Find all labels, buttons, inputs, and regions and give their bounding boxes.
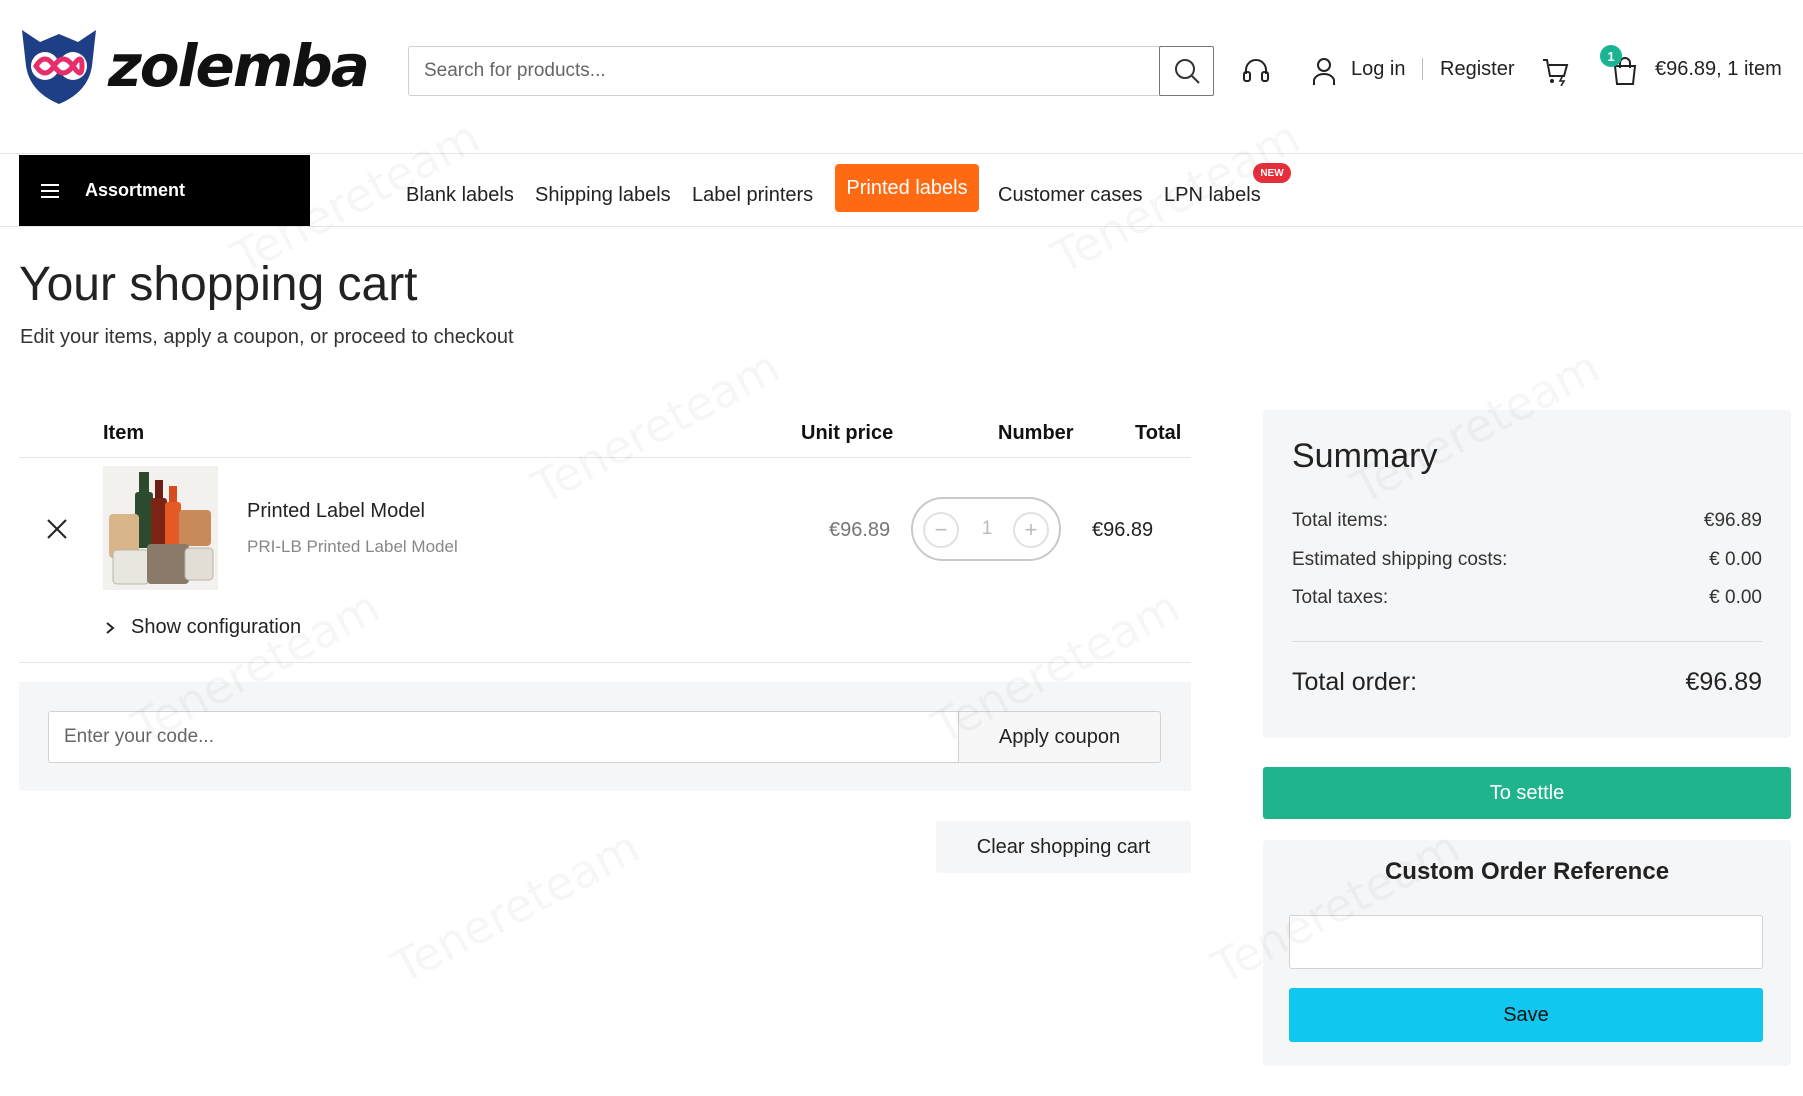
brand-logo[interactable]: zolemba bbox=[18, 26, 370, 106]
summary-divider bbox=[1292, 641, 1762, 642]
owl-logo-icon bbox=[22, 30, 96, 104]
summary-total-row: Total order: €96.89 bbox=[1292, 668, 1762, 697]
summary-value: € 0.00 bbox=[1709, 549, 1762, 570]
column-header-number: Number bbox=[998, 422, 1074, 444]
nav-item-lpn-labels[interactable]: LPN labels bbox=[1164, 184, 1261, 207]
order-reference-input[interactable] bbox=[1289, 915, 1763, 969]
order-reference-section: Custom Order Reference Save bbox=[1263, 840, 1791, 1066]
summary-row-shipping: Estimated shipping costs: € 0.00 bbox=[1292, 549, 1762, 571]
plus-icon: + bbox=[1024, 517, 1038, 542]
close-icon bbox=[47, 519, 67, 539]
order-reference-title: Custom Order Reference bbox=[1384, 858, 1670, 885]
checkout-button[interactable]: To settle bbox=[1263, 767, 1791, 819]
login-link[interactable]: Log in bbox=[1351, 58, 1406, 81]
remove-item-button[interactable] bbox=[43, 515, 71, 543]
hamburger-icon bbox=[41, 183, 59, 198]
coupon-code-input[interactable] bbox=[48, 711, 959, 763]
summary-label: Total items: bbox=[1292, 510, 1389, 531]
nav-item-blank-labels[interactable]: Blank labels bbox=[406, 184, 514, 207]
page-title: Your shopping cart bbox=[19, 258, 418, 311]
product-name[interactable]: Printed Label Model bbox=[247, 500, 425, 523]
clear-cart-button[interactable]: Clear shopping cart bbox=[936, 821, 1191, 873]
summary-label: Total taxes: bbox=[1292, 587, 1389, 608]
brand-name: zolemba bbox=[108, 32, 370, 100]
product-thumbnail[interactable] bbox=[103, 466, 218, 590]
order-summary: Summary Total items: €96.89 Estimated sh… bbox=[1263, 410, 1791, 738]
apply-coupon-button[interactable]: Apply coupon bbox=[958, 711, 1161, 763]
line-total: €96.89 bbox=[1092, 519, 1154, 541]
unit-price: €96.89 bbox=[829, 519, 891, 541]
show-configuration-label: Show configuration bbox=[131, 616, 302, 638]
summary-value: €96.89 bbox=[1703, 510, 1762, 531]
summary-value: € 0.00 bbox=[1709, 587, 1762, 608]
search-bar bbox=[408, 46, 1214, 96]
coupon-section: Apply coupon bbox=[19, 682, 1191, 791]
chevron-right-icon bbox=[106, 621, 115, 634]
user-icon bbox=[1313, 58, 1335, 85]
summary-row-taxes: Total taxes: € 0.00 bbox=[1292, 587, 1762, 609]
quantity-stepper: − 1 + bbox=[911, 497, 1061, 561]
summary-label: Estimated shipping costs: bbox=[1292, 549, 1508, 570]
new-badge: NEW bbox=[1253, 163, 1291, 183]
table-row-divider bbox=[19, 662, 1191, 663]
decrease-quantity-button[interactable]: − bbox=[923, 512, 959, 548]
nav-item-label-printers[interactable]: Label printers bbox=[692, 184, 813, 207]
assortment-label: Assortment bbox=[85, 180, 186, 200]
support-button[interactable] bbox=[1240, 55, 1272, 87]
cart-summary[interactable]: €96.89, 1 item bbox=[1655, 58, 1782, 81]
nav-item-customer-cases[interactable]: Customer cases bbox=[998, 184, 1143, 207]
summary-title: Summary bbox=[1292, 437, 1438, 475]
total-order-value: €96.89 bbox=[1685, 668, 1762, 696]
search-icon bbox=[1174, 59, 1200, 84]
quick-order-button[interactable] bbox=[1540, 55, 1572, 87]
search-button[interactable] bbox=[1159, 46, 1214, 96]
register-link[interactable]: Register bbox=[1440, 58, 1514, 81]
nav-item-printed-labels[interactable]: Printed labels bbox=[835, 164, 979, 212]
main-nav: Assortment Blank labels Shipping labels … bbox=[0, 154, 1803, 227]
nav-item-shipping-labels[interactable]: Shipping labels bbox=[535, 184, 671, 207]
account-button[interactable] bbox=[1310, 55, 1338, 87]
site-header: zolemba Log in Register bbox=[0, 0, 1803, 154]
show-configuration-toggle[interactable]: Show configuration bbox=[105, 616, 301, 639]
product-sku: PRI-LB Printed Label Model bbox=[247, 537, 458, 556]
column-header-total: Total bbox=[1135, 422, 1182, 444]
column-header-unit-price: Unit price bbox=[801, 422, 894, 444]
cart-count-badge: 1 bbox=[1600, 45, 1622, 67]
column-header-item: Item bbox=[103, 422, 145, 444]
table-header-divider bbox=[19, 457, 1191, 458]
watermark-text: Tenereteam bbox=[383, 819, 648, 994]
search-input[interactable] bbox=[409, 47, 1161, 95]
header-separator bbox=[1422, 58, 1423, 80]
save-reference-button[interactable]: Save bbox=[1289, 988, 1763, 1042]
increase-quantity-button[interactable]: + bbox=[1013, 512, 1049, 548]
headset-icon bbox=[1243, 59, 1269, 82]
quantity-value[interactable]: 1 bbox=[973, 518, 1001, 540]
total-order-label: Total order: bbox=[1292, 668, 1418, 696]
assortment-button[interactable]: Assortment bbox=[19, 155, 310, 226]
page-subtitle: Edit your items, apply a coupon, or proc… bbox=[20, 326, 514, 348]
watermark-text: Tenereteam bbox=[523, 339, 788, 514]
minus-icon: − bbox=[934, 517, 948, 542]
summary-row-total-items: Total items: €96.89 bbox=[1292, 510, 1762, 532]
cart-flash-icon bbox=[1543, 59, 1569, 86]
